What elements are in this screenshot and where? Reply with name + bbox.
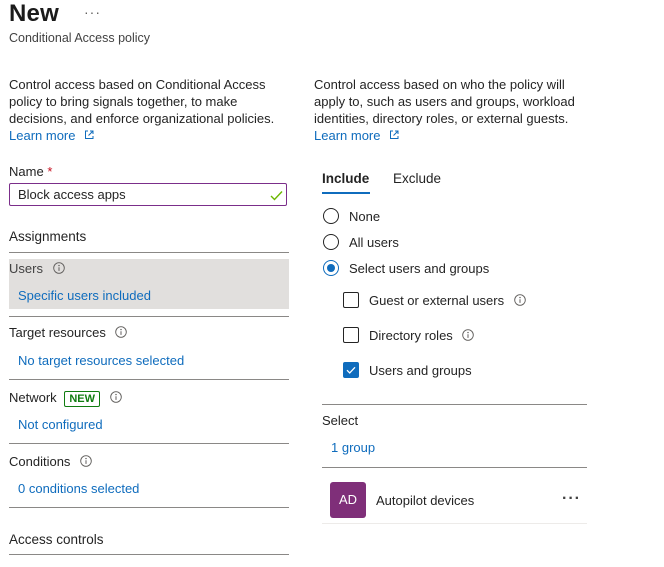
name-field-label: Name *: [9, 164, 52, 179]
tab-exclude[interactable]: Exclude: [393, 171, 441, 186]
row-more-icon[interactable]: ···: [562, 490, 581, 508]
info-icon[interactable]: [513, 294, 526, 309]
info-icon[interactable]: [52, 262, 65, 277]
network-value-link[interactable]: Not configured: [18, 417, 103, 432]
selected-group-name: Autopilot devices: [376, 493, 475, 508]
external-link-icon: [389, 127, 399, 145]
divider: [322, 404, 587, 405]
divider: [9, 379, 289, 380]
learn-more-link-left[interactable]: Learn more: [9, 127, 94, 145]
radio-all-users-label: All users: [349, 235, 399, 250]
radio-select-users-groups[interactable]: [323, 260, 339, 276]
guest-external-row: Guest or external users: [369, 293, 526, 309]
external-link-icon: [84, 127, 94, 145]
learn-more-label[interactable]: Learn more: [314, 128, 380, 143]
policy-name-input[interactable]: [9, 183, 287, 206]
info-icon[interactable]: [462, 329, 475, 344]
directory-roles-label: Directory roles: [369, 328, 453, 343]
more-options-icon[interactable]: ···: [84, 4, 101, 20]
network-row: Network NEW: [9, 390, 122, 407]
target-resources-value-link[interactable]: No target resources selected: [18, 353, 184, 368]
info-icon[interactable]: [80, 455, 92, 470]
checkbox-users-and-groups[interactable]: [343, 362, 359, 378]
checkbox-guest-external-users[interactable]: [343, 292, 359, 308]
info-icon[interactable]: [109, 391, 122, 406]
divider: [9, 507, 289, 508]
users-label: Users: [9, 261, 43, 276]
target-resources-label: Target resources: [9, 325, 106, 340]
guest-external-label: Guest or external users: [369, 293, 505, 308]
checkmark-icon: [270, 188, 283, 206]
learn-more-link-right[interactable]: Learn more: [314, 127, 399, 145]
assignments-heading: Assignments: [9, 229, 87, 244]
divider: [9, 554, 289, 555]
info-icon[interactable]: [115, 326, 128, 341]
directory-roles-row: Directory roles: [369, 328, 475, 344]
conditions-label: Conditions: [9, 454, 71, 469]
tab-include[interactable]: Include: [322, 171, 369, 186]
divider: [9, 252, 289, 253]
users-value-link[interactable]: Specific users included: [18, 288, 151, 303]
page-subtitle: Conditional Access policy: [9, 31, 151, 45]
divider: [322, 523, 587, 524]
new-badge: NEW: [64, 390, 100, 407]
select-heading: Select: [322, 413, 359, 428]
checkbox-directory-roles[interactable]: [343, 327, 359, 343]
users-label-row: Users: [9, 261, 65, 277]
radio-none[interactable]: [323, 208, 339, 224]
divider: [9, 316, 289, 317]
name-label-text: Name: [9, 164, 44, 179]
learn-more-label[interactable]: Learn more: [9, 128, 75, 143]
network-label: Network: [9, 390, 57, 405]
required-marker: *: [47, 164, 53, 179]
radio-select-users-groups-label: Select users and groups: [349, 261, 490, 276]
policy-description: Control access based on Conditional Acce…: [9, 77, 275, 126]
tab-include-indicator: [322, 192, 370, 194]
avatar: AD: [330, 482, 366, 518]
divider: [322, 467, 587, 468]
scope-description: Control access based on who the policy w…: [314, 77, 575, 126]
radio-none-label: None: [349, 209, 381, 224]
target-resources-row: Target resources: [9, 325, 128, 341]
checkmark-icon: [346, 366, 356, 374]
page-title: New: [9, 0, 59, 27]
conditions-value-link[interactable]: 0 conditions selected: [18, 481, 139, 496]
divider: [9, 443, 289, 444]
radio-all-users[interactable]: [323, 234, 339, 250]
users-and-groups-label: Users and groups: [369, 363, 472, 378]
conditions-row: Conditions: [9, 454, 92, 470]
select-value-link[interactable]: 1 group: [331, 440, 375, 455]
access-controls-heading: Access controls: [9, 532, 104, 547]
